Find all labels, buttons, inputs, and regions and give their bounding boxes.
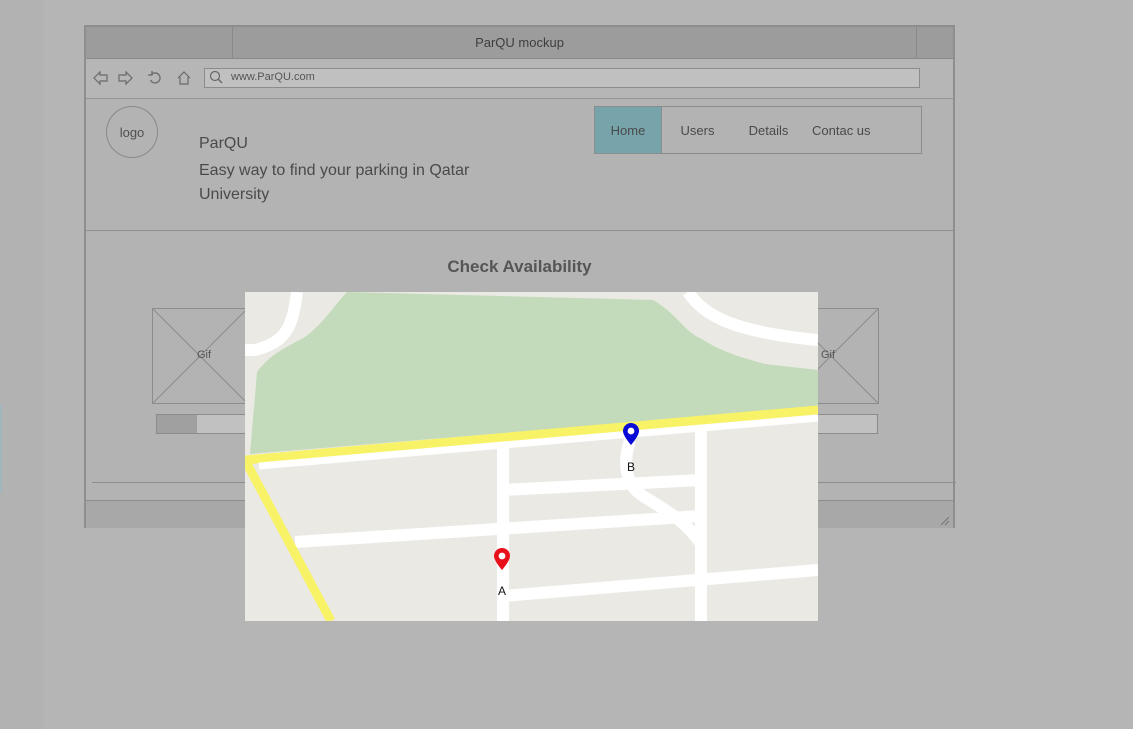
main-menu: Home Users Details Contac us — [594, 106, 922, 154]
section-title: Check Availability — [447, 257, 592, 276]
window-title: ParQU mockup — [475, 35, 564, 50]
left-edge-marker — [0, 405, 2, 493]
gif-placeholder-left: Gif — [152, 308, 248, 404]
gif-label-left: Gif — [197, 349, 212, 361]
map-popup[interactable]: B A — [245, 292, 818, 621]
marker-b-label: B — [627, 460, 636, 474]
progress-fill-left — [157, 415, 197, 433]
app-name: ParQU — [199, 135, 248, 152]
menu-item-details[interactable]: Details — [733, 107, 804, 153]
title-bar: ParQU mockup — [86, 27, 953, 59]
url-text: www.ParQU.com — [231, 71, 315, 83]
header-divider — [86, 230, 953, 231]
search-icon — [209, 70, 223, 86]
menu-item-home[interactable]: Home — [595, 107, 662, 153]
forward-arrow-icon[interactable] — [116, 69, 134, 87]
logo: logo — [106, 106, 158, 158]
map-canvas[interactable] — [245, 292, 818, 621]
map-pin-icon[interactable] — [494, 548, 510, 570]
address-bar[interactable]: www.ParQU.com — [204, 68, 920, 88]
menu-item-contact[interactable]: Contac us — [804, 107, 914, 153]
browser-toolbar: www.ParQU.com — [86, 59, 953, 99]
back-arrow-icon[interactable] — [92, 69, 110, 87]
refresh-icon[interactable] — [146, 69, 164, 87]
resize-grip-icon[interactable] — [939, 515, 949, 525]
home-icon[interactable] — [175, 69, 193, 87]
left-edge-panel — [0, 0, 44, 729]
tagline: Easy way to find your parking in Qatar U… — [199, 162, 470, 203]
map-pin-icon[interactable] — [623, 423, 639, 445]
marker-a-label: A — [498, 584, 507, 598]
gif-label-right: Gif — [821, 349, 836, 361]
menu-item-users[interactable]: Users — [662, 107, 733, 153]
